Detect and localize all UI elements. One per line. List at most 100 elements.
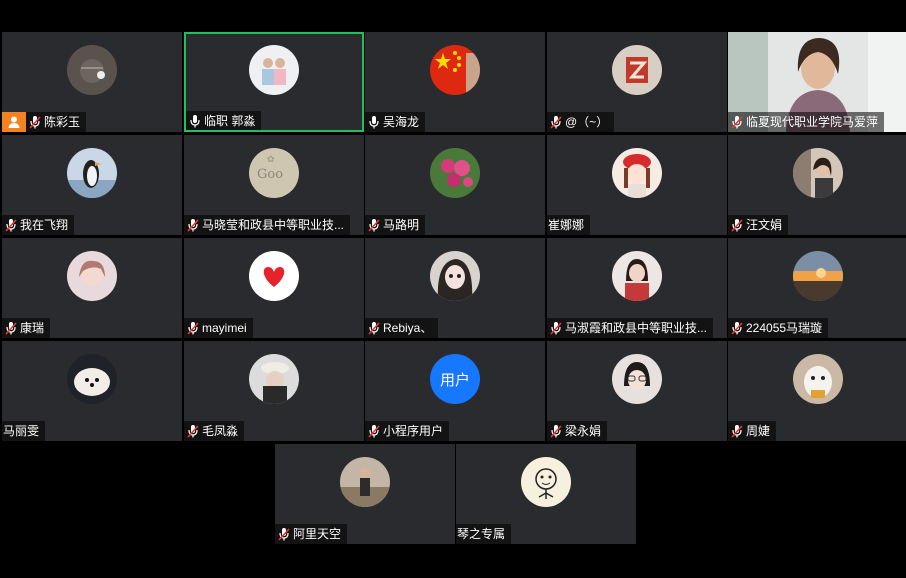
pastel-girl-avatar bbox=[67, 251, 117, 301]
participant-nameplate: 临夏现代职业学院马爱萍 bbox=[728, 112, 885, 132]
participant-name: 陈彩玉 bbox=[44, 115, 81, 129]
participant-name: 周婕 bbox=[746, 424, 771, 438]
participant-tile[interactable]: 阿里天空 bbox=[275, 444, 455, 544]
user-default-avatar: 用户 bbox=[430, 354, 480, 404]
person-outdoors-avatar bbox=[340, 457, 390, 507]
participant-tile[interactable]: 临职 郭淼 bbox=[184, 32, 364, 132]
participant-name: @（~） bbox=[565, 115, 609, 129]
svg-text:Goo: Goo bbox=[257, 167, 283, 182]
participant-tile[interactable]: Rebiya、 bbox=[365, 238, 545, 338]
hat-girl-avatar bbox=[249, 354, 299, 404]
mic-muted-icon[interactable] bbox=[731, 218, 743, 232]
participant-name: 临职 郭淼 bbox=[204, 114, 256, 128]
cartoon-girl-avatar bbox=[612, 148, 662, 198]
mic-muted-icon[interactable] bbox=[368, 321, 380, 335]
participant-tile[interactable]: 康瑞 bbox=[2, 238, 182, 338]
video-gallery: 陈彩玉 临职 郭淼 吴海龙 @（~） 临夏现代职业学院马爱萍我在飞翔 Goo ✿ 马晓莹和政县… bbox=[0, 0, 906, 578]
participant-tile[interactable]: 马路明 bbox=[365, 135, 545, 235]
participant-tile[interactable]: 毛凤淼 bbox=[184, 341, 364, 441]
participant-tile[interactable]: 马丽雯 bbox=[2, 341, 182, 441]
participant-nameplate: @（~） bbox=[547, 112, 615, 132]
participant-tile[interactable]: @（~） bbox=[547, 32, 727, 132]
participant-tile[interactable]: 梁永娟 bbox=[547, 341, 727, 441]
participant-nameplate: 陈彩玉 bbox=[26, 112, 87, 132]
participant-nameplate: 毛凤淼 bbox=[184, 421, 245, 441]
participant-nameplate: 周婕 bbox=[728, 421, 777, 441]
participant-nameplate: 小程序用户 bbox=[365, 421, 450, 441]
participant-tile[interactable]: 吴海龙 bbox=[365, 32, 545, 132]
participant-nameplate: 琴之专属 bbox=[456, 524, 512, 544]
participant-name: 我在飞翔 bbox=[20, 218, 69, 232]
pink-flowers-avatar bbox=[430, 148, 480, 198]
participant-nameplate: 马晓莹和政县中等职业技... bbox=[184, 215, 351, 235]
participant-nameplate: Rebiya、 bbox=[365, 318, 439, 338]
participant-nameplate: 阿里天空 bbox=[275, 524, 348, 544]
participant-tile[interactable]: Goo ✿ 马晓莹和政县中等职业技... bbox=[184, 135, 364, 235]
participant-name: 汪文娟 bbox=[746, 218, 783, 232]
participant-tile[interactable]: 琴之专属 bbox=[456, 444, 636, 544]
participant-name: 康瑞 bbox=[20, 321, 45, 335]
participant-tile[interactable]: 用户小程序用户 bbox=[365, 341, 545, 441]
mic-icon[interactable] bbox=[189, 114, 201, 128]
cartoon-doodle-avatar bbox=[521, 457, 571, 507]
mic-muted-icon[interactable] bbox=[368, 424, 380, 438]
anime-girl-avatar bbox=[430, 251, 480, 301]
mic-muted-icon[interactable] bbox=[550, 321, 562, 335]
participant-nameplate: mayimei bbox=[184, 318, 253, 338]
mic-muted-icon[interactable] bbox=[187, 424, 199, 438]
mic-muted-icon[interactable] bbox=[731, 424, 743, 438]
kids-photo-avatar bbox=[249, 45, 299, 95]
participant-name: 马淑霞和政县中等职业技... bbox=[565, 321, 708, 335]
participant-name: 琴之专属 bbox=[457, 527, 506, 541]
participant-tile[interactable]: 马淑霞和政县中等职业技... bbox=[547, 238, 727, 338]
mic-muted-icon[interactable] bbox=[550, 115, 562, 129]
participant-nameplate: 康瑞 bbox=[2, 318, 51, 338]
mic-muted-icon[interactable] bbox=[5, 218, 17, 232]
participant-name: 临夏现代职业学院马爱萍 bbox=[746, 115, 879, 129]
participant-name: 阿里天空 bbox=[293, 527, 342, 541]
participant-name: 马丽雯 bbox=[3, 424, 40, 438]
participant-name: 马晓莹和政县中等职业技... bbox=[202, 218, 345, 232]
participant-nameplate: 224055马瑞璇 bbox=[728, 318, 829, 338]
mic-muted-icon[interactable] bbox=[187, 218, 199, 232]
chinese-flag-avatar bbox=[430, 45, 480, 95]
participant-tile[interactable]: 我在飞翔 bbox=[2, 135, 182, 235]
participant-tile[interactable]: 224055马瑞璇 bbox=[728, 238, 906, 338]
mic-muted-icon[interactable] bbox=[29, 115, 41, 129]
participant-name: 吴海龙 bbox=[383, 115, 420, 129]
penguin-avatar bbox=[67, 148, 117, 198]
red-heart-avatar bbox=[249, 251, 299, 301]
participant-nameplate: 我在飞翔 bbox=[2, 215, 75, 235]
woman-portrait-avatar bbox=[612, 251, 662, 301]
participant-tile[interactable]: 汪文娟 bbox=[728, 135, 906, 235]
participant-name: 毛凤淼 bbox=[202, 424, 239, 438]
participant-name: mayimei bbox=[202, 321, 247, 335]
participant-tile[interactable]: 陈彩玉 bbox=[2, 32, 182, 132]
white-dog-avatar bbox=[793, 354, 843, 404]
fluffy-dog-avatar bbox=[67, 354, 117, 404]
participant-name: 马路明 bbox=[383, 218, 420, 232]
participant-tile[interactable]: 临夏现代职业学院马爱萍 bbox=[728, 32, 906, 132]
avatar-label: 用户 bbox=[439, 371, 470, 389]
sand-writing-avatar: Goo ✿ bbox=[249, 148, 299, 198]
participant-nameplate: 马路明 bbox=[365, 215, 426, 235]
stamp-graphic-avatar bbox=[612, 45, 662, 95]
participant-nameplate: 汪文娟 bbox=[728, 215, 789, 235]
mic-muted-icon[interactable] bbox=[368, 218, 380, 232]
mic-muted-icon[interactable] bbox=[731, 321, 743, 335]
participant-nameplate: 临职 郭淼 bbox=[186, 111, 262, 130]
participant-tile[interactable]: 崔娜娜 bbox=[547, 135, 727, 235]
participant-name: 崔娜娜 bbox=[548, 218, 585, 232]
mic-muted-icon[interactable] bbox=[550, 424, 562, 438]
mic-muted-icon[interactable] bbox=[731, 115, 743, 129]
mic-muted-icon[interactable] bbox=[5, 321, 17, 335]
dark-grey-icon-avatar bbox=[67, 45, 117, 95]
mic-muted-icon[interactable] bbox=[278, 527, 290, 541]
participant-tile[interactable]: 周婕 bbox=[728, 341, 906, 441]
participant-tile[interactable]: mayimei bbox=[184, 238, 364, 338]
participant-name: 224055马瑞璇 bbox=[746, 321, 823, 335]
participant-nameplate: 马丽雯 bbox=[2, 421, 46, 441]
mic-icon[interactable] bbox=[368, 115, 380, 129]
mic-muted-icon[interactable] bbox=[187, 321, 199, 335]
sunset-avatar bbox=[793, 251, 843, 301]
